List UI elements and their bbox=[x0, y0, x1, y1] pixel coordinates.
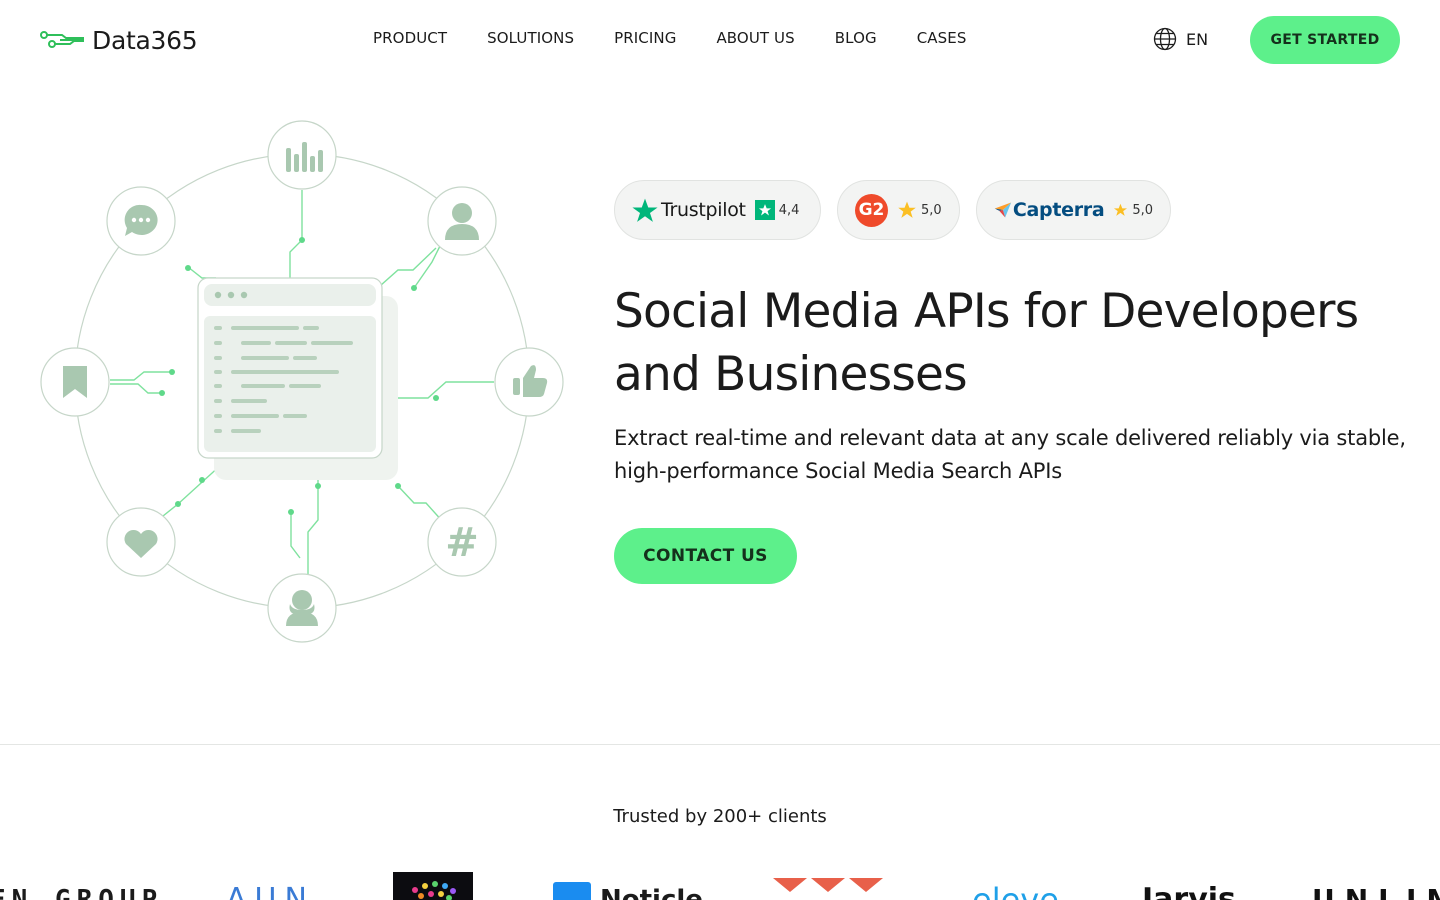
trustpilot-name: Trustpilot bbox=[661, 199, 746, 221]
nav-item-about-us[interactable]: ABOUT US bbox=[716, 29, 794, 47]
client-logo-noticle bbox=[553, 882, 591, 900]
client-logo-eleve: eleve bbox=[972, 881, 1059, 900]
clients-heading: Trusted by 200+ clients bbox=[613, 806, 827, 827]
brand-logo[interactable]: Data365 bbox=[40, 24, 198, 56]
g2-score: 5,0 bbox=[921, 202, 942, 218]
nav-item-cases[interactable]: CASES bbox=[917, 29, 967, 47]
trustpilot-star-icon bbox=[632, 198, 658, 222]
circuit-logo-icon bbox=[40, 31, 84, 48]
client-logo-unlim: UNLIM bbox=[1312, 883, 1440, 900]
brand-name: Data365 bbox=[92, 25, 198, 55]
capterra-score: 5,0 bbox=[1132, 202, 1153, 218]
hero-subtitle: Extract real-time and relevant data at a… bbox=[614, 426, 1406, 483]
hero-illustration: # bbox=[38, 118, 568, 648]
capterra-badge[interactable]: Capterra 5,0 bbox=[976, 180, 1171, 240]
client-logo-en-group: EN GROUP bbox=[0, 885, 164, 900]
g2-badge[interactable]: G2 5,0 bbox=[837, 180, 960, 240]
language-switcher[interactable]: EN bbox=[1153, 27, 1208, 51]
site-header: Data365 PRODUCT SOLUTIONS PRICING ABOUT … bbox=[0, 0, 1440, 80]
client-logo-dots bbox=[393, 872, 473, 900]
nav-item-pricing[interactable]: PRICING bbox=[614, 29, 676, 47]
language-label: EN bbox=[1186, 29, 1209, 49]
star-icon bbox=[898, 201, 916, 218]
capterra-arrow-icon bbox=[994, 202, 1012, 218]
nav-item-solutions[interactable]: SOLUTIONS bbox=[487, 29, 574, 47]
trustpilot-badge[interactable]: Trustpilot 4,4 bbox=[614, 180, 821, 240]
hashtag-icon: # bbox=[445, 520, 479, 566]
social-network-diagram: # bbox=[40, 120, 564, 643]
rating-badges: Trustpilot 4,4 G2 5,0 Capterra 5,0 bbox=[614, 180, 1171, 240]
section-divider bbox=[0, 744, 1440, 745]
trustpilot-rating-star-icon bbox=[754, 200, 775, 220]
contact-us-button[interactable]: CONTACT US bbox=[614, 528, 797, 584]
client-logo-jarvis: Jarvis bbox=[1142, 882, 1236, 900]
globe-icon bbox=[1153, 27, 1177, 51]
trustpilot-score: 4,4 bbox=[778, 202, 800, 218]
g2-logo: G2 bbox=[855, 193, 888, 227]
client-logo-aun: AUN bbox=[226, 882, 315, 900]
client-logo-chevrons bbox=[773, 878, 883, 900]
client-logos-strip: EN GROUP AUN Noticle eleve Jarvis UNLIM bbox=[0, 866, 1440, 900]
client-logo-noticle-name: Noticle bbox=[600, 885, 703, 900]
hero-title: Social Media APIs for Developers and Bus… bbox=[614, 284, 1359, 402]
capterra-name: Capterra bbox=[1012, 199, 1105, 221]
nav-item-blog[interactable]: BLOG bbox=[835, 29, 877, 47]
main-nav: PRODUCT SOLUTIONS PRICING ABOUT US BLOG … bbox=[373, 29, 966, 47]
get-started-button[interactable]: GET STARTED bbox=[1250, 16, 1400, 64]
nav-item-product[interactable]: PRODUCT bbox=[373, 29, 447, 47]
star-icon bbox=[1114, 203, 1128, 216]
